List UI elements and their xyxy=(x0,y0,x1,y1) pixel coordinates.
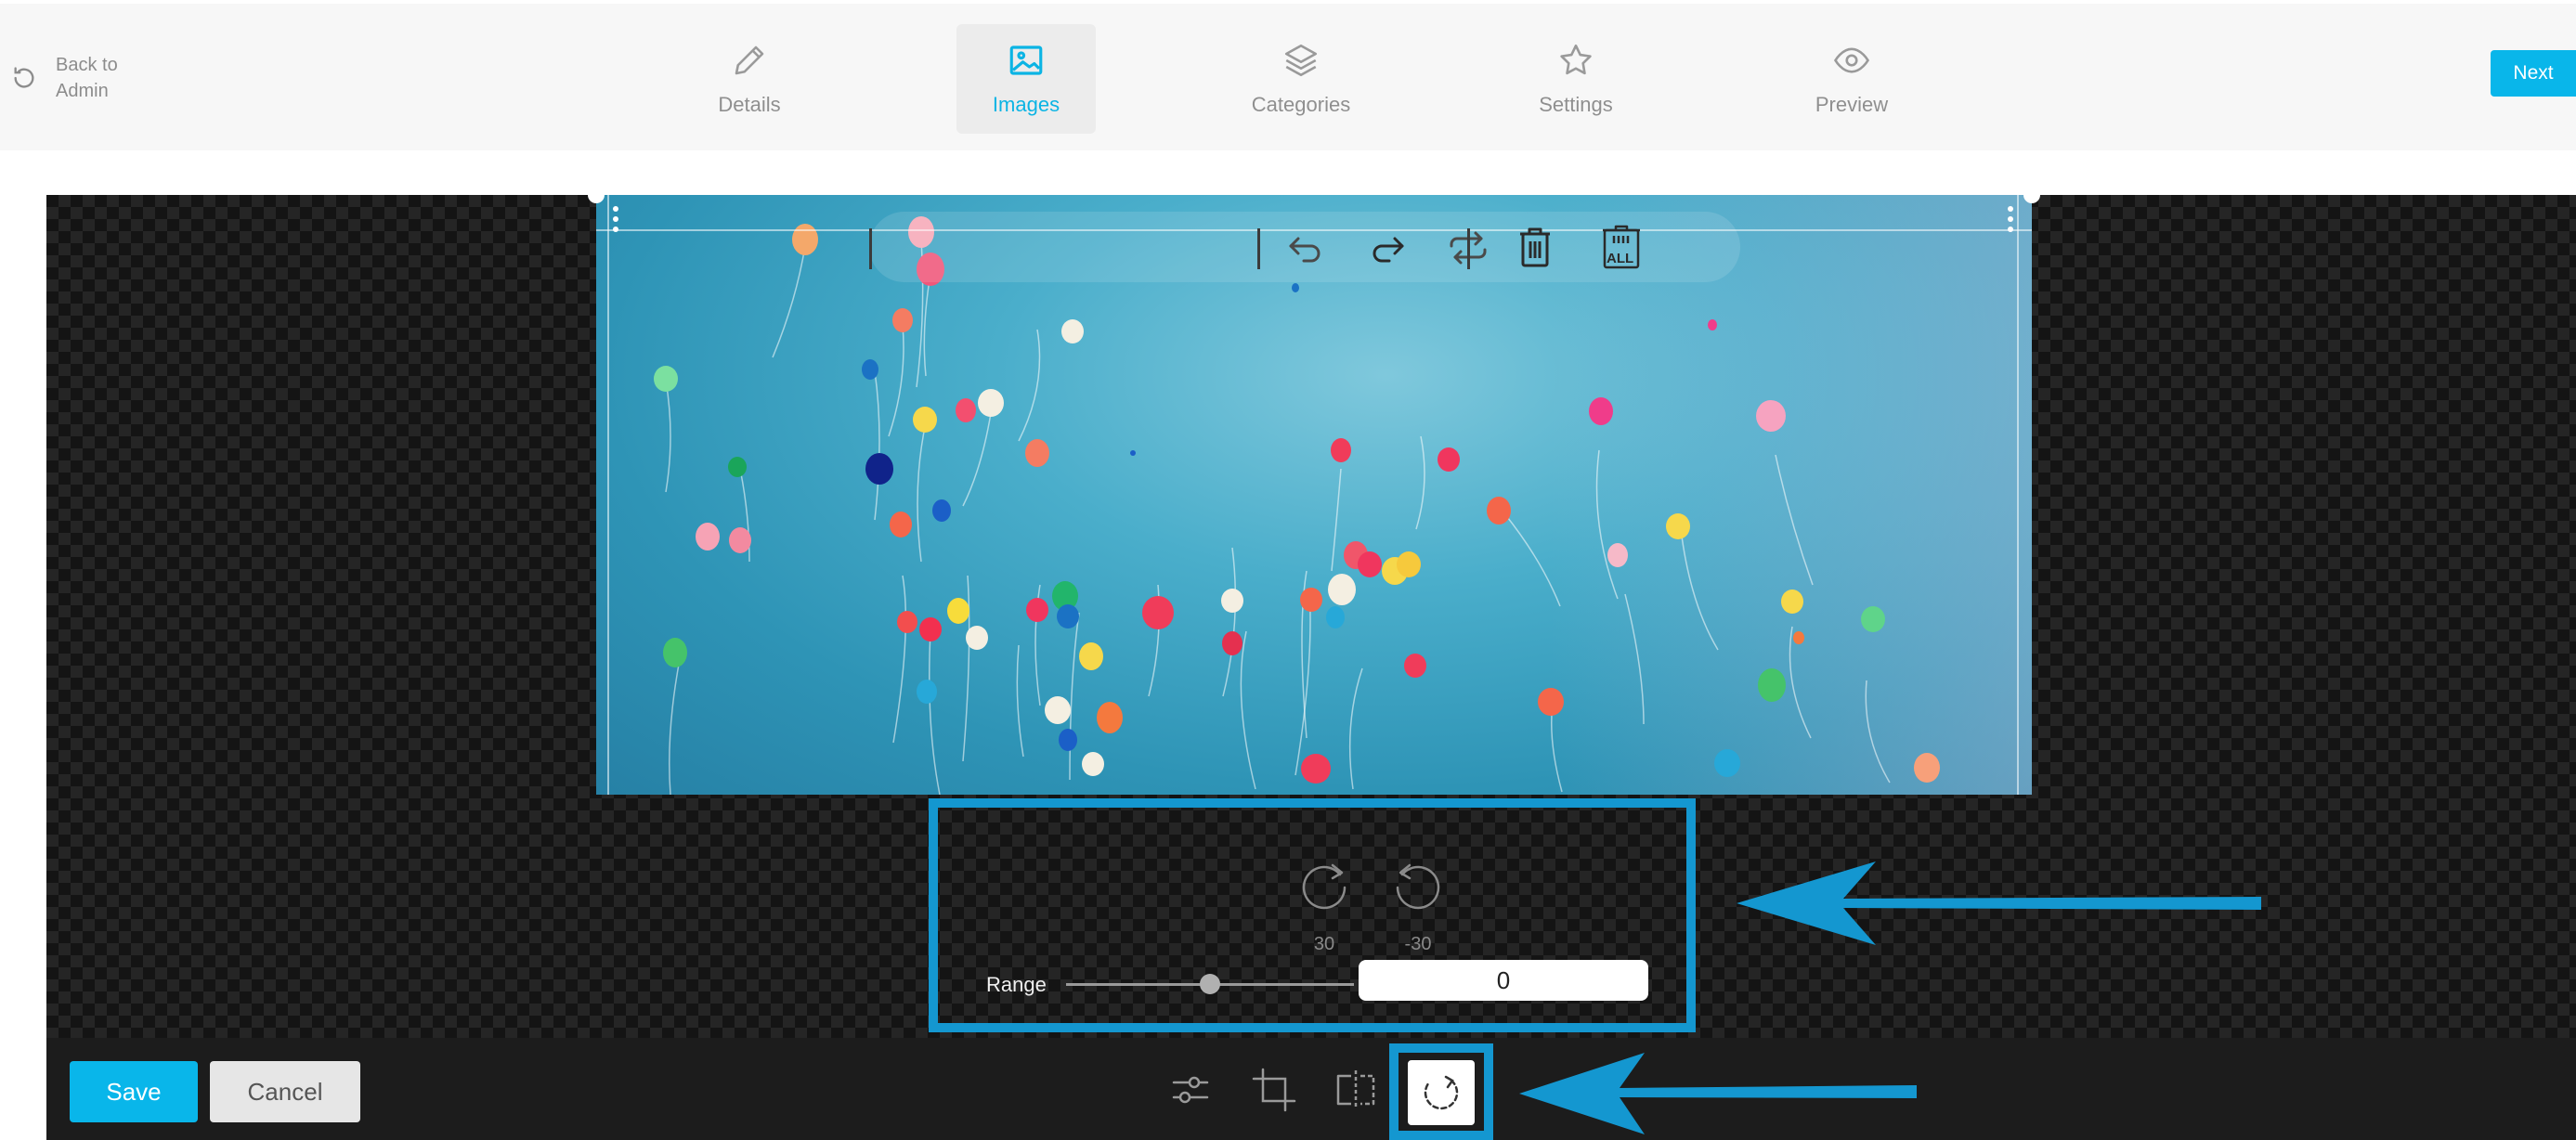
eye-icon xyxy=(1833,47,1870,73)
crop-icon xyxy=(1252,1068,1296,1112)
step-label: Settings xyxy=(1539,93,1613,116)
cancel-button[interactable]: Cancel xyxy=(210,1061,360,1122)
step-images[interactable]: Images xyxy=(956,24,1096,134)
crop-menu-right[interactable] xyxy=(2008,206,2013,237)
star-icon xyxy=(1560,44,1592,75)
step-preview[interactable]: Preview xyxy=(1782,24,1921,134)
step-categories[interactable]: Categories xyxy=(1231,24,1371,134)
range-value-input[interactable] xyxy=(1359,960,1648,1001)
rotate-cw-button[interactable] xyxy=(1295,854,1353,912)
back-to-admin-link[interactable]: Back to Admin xyxy=(11,52,130,104)
rotate-clockwise-icon xyxy=(1302,863,1347,910)
rotate-ccw-value: -30 xyxy=(1404,934,1432,954)
delete-all-icon[interactable]: ALL xyxy=(1594,225,1649,271)
canvas-floating-toolbar: ALL xyxy=(869,212,1740,282)
step-label: Categories xyxy=(1251,93,1351,116)
adjust-icon xyxy=(1172,1076,1209,1104)
rotate-cw-value: 30 xyxy=(1313,934,1335,954)
editor-footer: Save Cancel xyxy=(46,1038,2576,1140)
crop-handle-top-left[interactable] xyxy=(588,187,605,203)
rotate-ccw-button[interactable] xyxy=(1389,854,1447,912)
step-settings[interactable]: Settings xyxy=(1506,24,1646,134)
range-label: Range xyxy=(986,973,1047,996)
wizard-header: Back to Admin Details Images Categories … xyxy=(0,4,2576,150)
rotate-counterclockwise-icon xyxy=(1396,863,1440,910)
active-tool-highlight xyxy=(1389,1043,1493,1140)
pencil-icon xyxy=(735,45,764,75)
adjust-tool[interactable] xyxy=(1166,1066,1215,1114)
redo-icon[interactable] xyxy=(1364,225,1411,271)
balloons-image xyxy=(654,216,1940,795)
range-slider-thumb[interactable] xyxy=(1200,974,1220,994)
step-label: Details xyxy=(718,93,781,116)
next-button[interactable]: Next xyxy=(2491,50,2576,97)
annotation-arrow-panel-icon xyxy=(1737,861,2261,945)
step-details[interactable]: Details xyxy=(680,24,819,134)
back-to-admin-label: Back to Admin xyxy=(56,55,118,101)
rotate-panel: 30 -30 Range xyxy=(929,798,1696,1032)
step-label: Preview xyxy=(1815,93,1889,116)
flip-tool[interactable] xyxy=(1332,1066,1380,1114)
layers-icon xyxy=(1284,44,1318,77)
editor-canvas: ALL 30 -30 Range xyxy=(46,187,2576,1038)
rotate-icon xyxy=(1424,1075,1459,1110)
range-slider[interactable] xyxy=(1066,974,1354,994)
image-icon xyxy=(1009,45,1043,75)
crop-tool[interactable] xyxy=(1250,1066,1298,1114)
step-label: Images xyxy=(992,93,1060,116)
crop-handle-top-right[interactable] xyxy=(2023,187,2040,203)
flip-icon xyxy=(1336,1070,1375,1109)
rotate-tool[interactable] xyxy=(1408,1060,1475,1125)
balloon-photo: ALL xyxy=(596,195,2032,795)
undo-icon[interactable] xyxy=(1282,225,1329,271)
annotation-arrow-tool-icon xyxy=(1519,1053,1917,1134)
delete-all-label: ALL xyxy=(1607,251,1634,266)
crop-menu-left[interactable] xyxy=(613,206,618,237)
back-arrow-icon xyxy=(14,67,34,88)
save-button[interactable]: Save xyxy=(70,1061,198,1122)
delete-icon[interactable] xyxy=(1512,225,1558,271)
